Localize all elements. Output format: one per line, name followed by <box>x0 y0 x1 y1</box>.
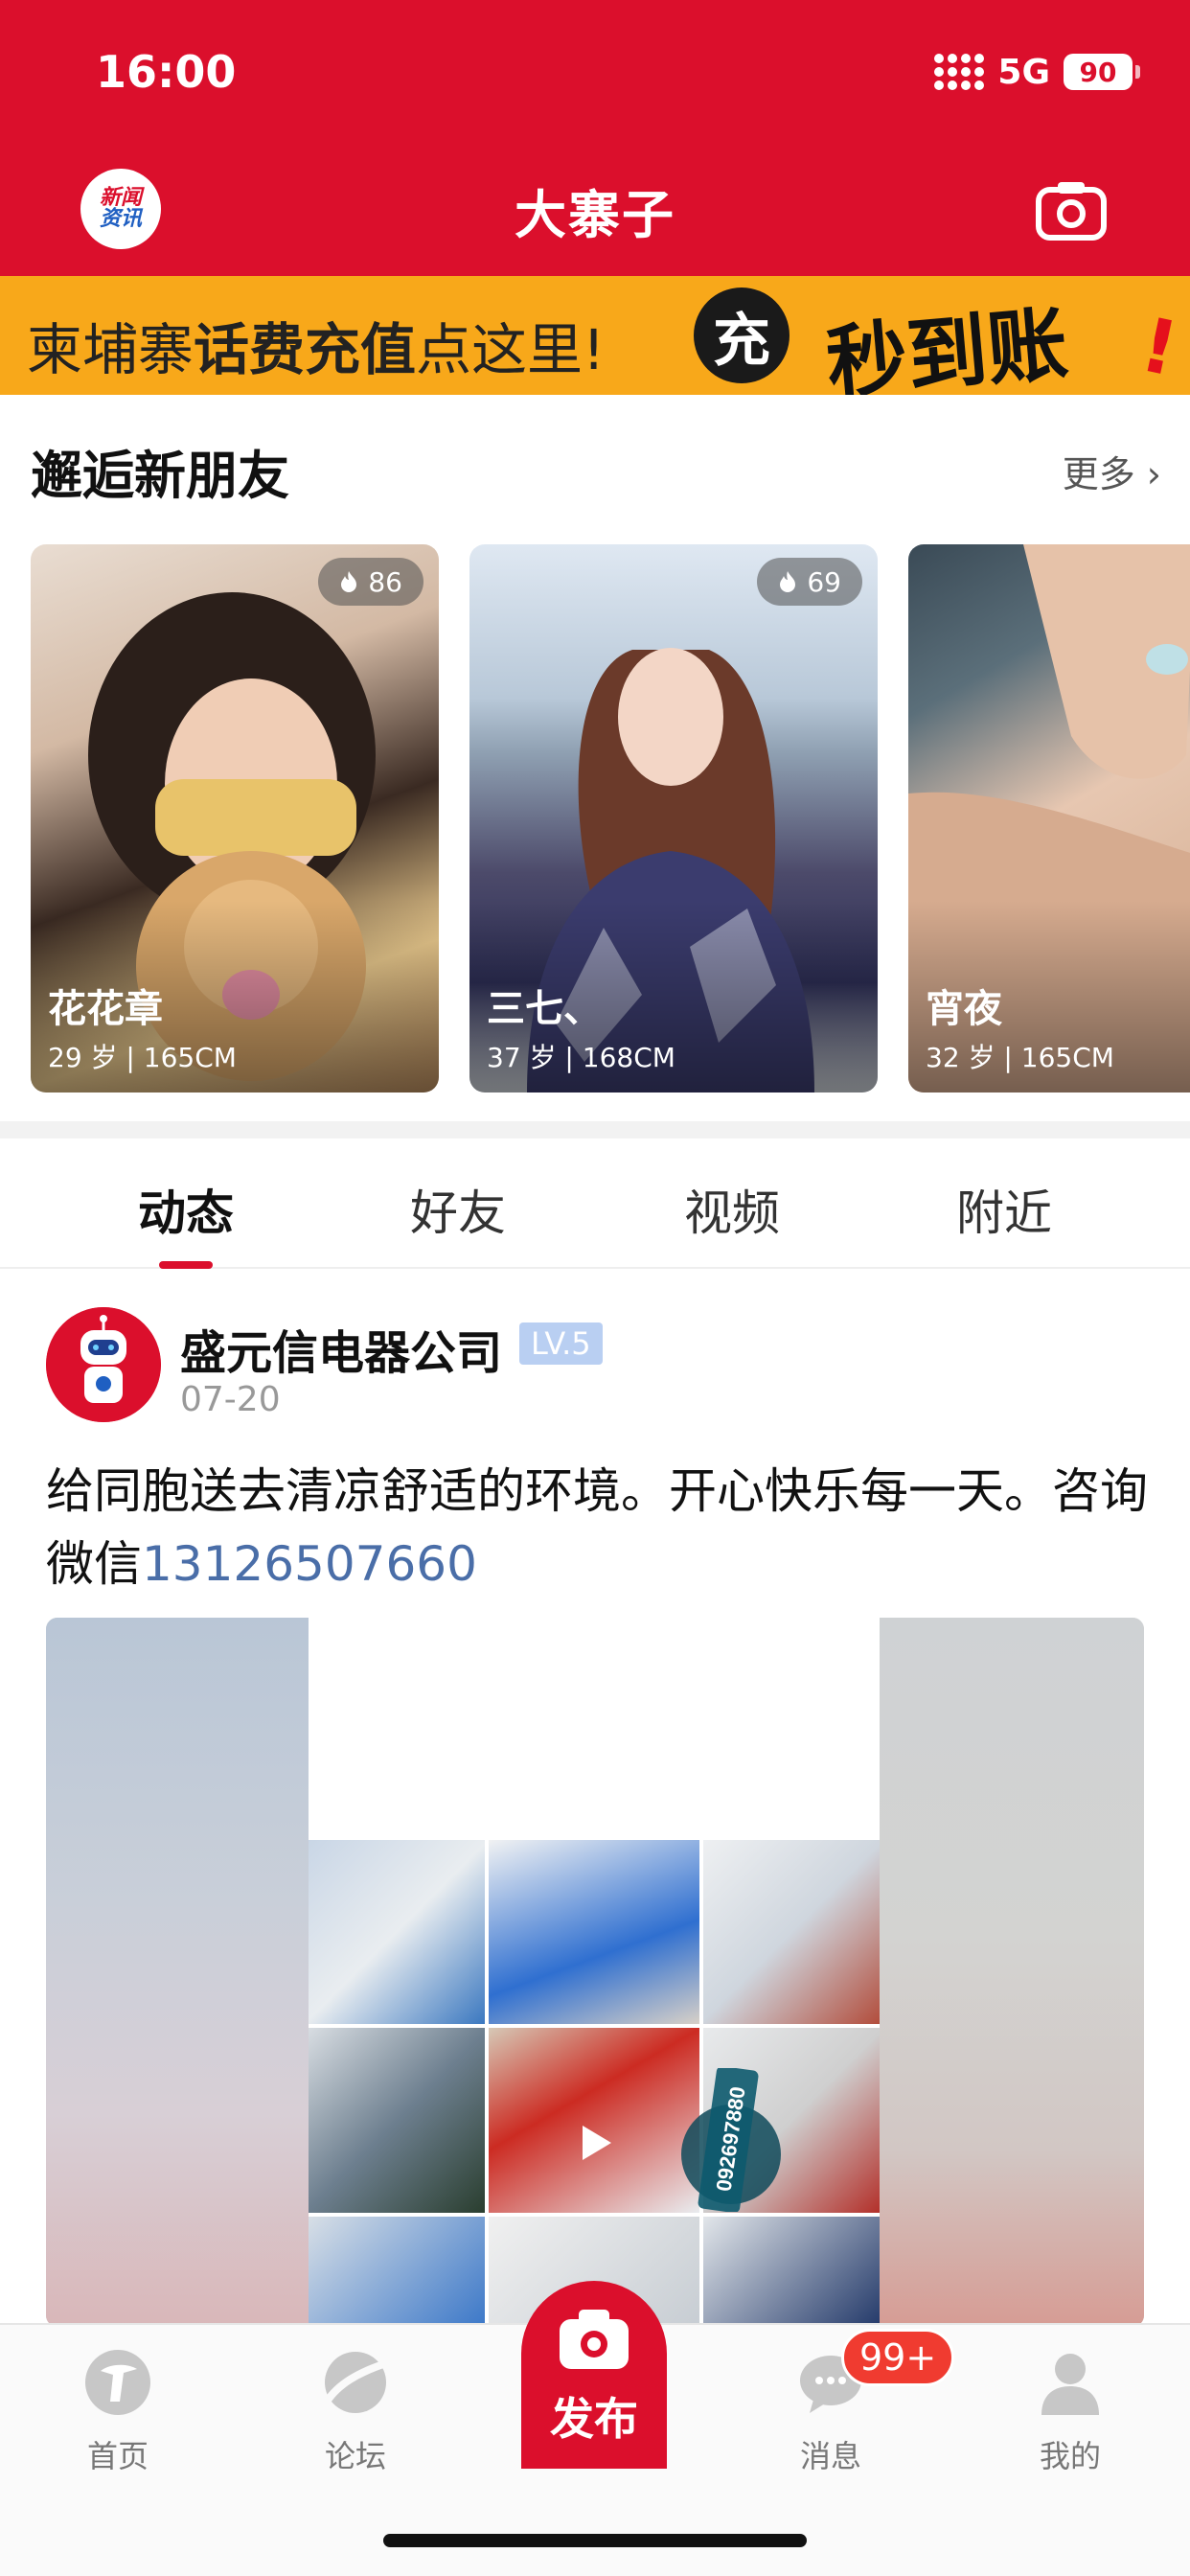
battery-icon: 90 <box>1064 54 1140 90</box>
nav-messages-label: 消息 <box>799 2438 861 2474</box>
camera-icon[interactable] <box>1035 178 1108 242</box>
flame-icon <box>780 571 796 592</box>
author-name[interactable]: 盛元信电器公司 <box>180 1315 502 1382</box>
friends-header: 邂逅新朋友 更多 › <box>31 433 1161 510</box>
nav-forum[interactable]: 论坛 <box>284 2346 427 2476</box>
home-icon <box>85 2350 150 2415</box>
friend-card[interactable]: 宵夜 32 岁 | 165CM <box>908 544 1190 1092</box>
tab-video[interactable]: 视频 <box>617 1175 847 1244</box>
section-divider <box>0 1121 1190 1138</box>
tab-dongtai[interactable]: 动态 <box>71 1175 301 1244</box>
post-video[interactable]: 092697880 <box>46 1618 1144 2327</box>
tab-nearby[interactable]: 附近 <box>889 1175 1119 1244</box>
friend-name: 花花章 <box>48 987 163 1031</box>
heat-badge: 69 <box>757 558 862 606</box>
friends-more-link[interactable]: 更多 › <box>1063 445 1161 497</box>
recharge-banner[interactable]: 柬埔寨话费充值点这里! 充 秒到账 ! <box>0 276 1190 395</box>
nav-profile[interactable]: 我的 <box>998 2346 1142 2476</box>
signal-icon <box>934 54 985 90</box>
video-thumbnail <box>309 1840 880 2327</box>
message-count-badge: 99+ <box>841 2329 955 2386</box>
nav-forum-label: 论坛 <box>324 2438 386 2474</box>
publish-label: 发布 <box>550 2393 638 2445</box>
profile-icon <box>1041 2354 1099 2415</box>
heat-value: 86 <box>368 565 402 598</box>
banner-text: 柬埔寨话费充值点这里! <box>27 305 605 385</box>
friend-meta: 29 岁 | 165CM <box>48 1042 237 1073</box>
tab-friends[interactable]: 好友 <box>343 1175 573 1244</box>
flame-icon <box>341 571 357 592</box>
battery-level: 90 <box>1079 56 1117 88</box>
banner-circle-char: 充 <box>694 288 790 383</box>
banner-part1: 柬埔寨 <box>27 317 195 382</box>
author-avatar[interactable] <box>46 1307 161 1422</box>
post-text: 给同胞送去清凉舒适的环境。开心快乐每一天。咨询微信13126507660 <box>46 1455 1157 1600</box>
banner-big-text: 秒到账 <box>822 296 1072 395</box>
play-icon[interactable] <box>567 2116 621 2170</box>
banner-part2: 话费充值 <box>194 317 417 382</box>
video-frame: 092697880 <box>309 1618 880 2327</box>
level-badge: LV.5 <box>519 1322 603 1365</box>
camera-icon <box>560 2310 629 2369</box>
banner-part3: 点这里! <box>416 317 606 382</box>
nav-home[interactable]: 首页 <box>46 2346 190 2476</box>
forum-icon <box>323 2352 388 2413</box>
friend-name: 宵夜 <box>926 987 1002 1031</box>
friend-meta: 32 岁 | 165CM <box>926 1042 1114 1073</box>
page-title: 大寨子 <box>515 185 675 245</box>
robot-avatar-icon <box>46 1307 161 1422</box>
app-header: 16:00 5G 90 新闻 资讯 大寨子 <box>0 0 1190 276</box>
friend-meta: 37 岁 | 168CM <box>487 1042 675 1073</box>
friend-name: 三七、 <box>487 987 602 1031</box>
banner-exclaim: ! <box>1133 302 1185 394</box>
status-time: 16:00 <box>96 46 237 98</box>
nav-home-label: 首页 <box>86 2438 149 2474</box>
network-label: 5G <box>997 52 1050 92</box>
heat-value: 69 <box>807 565 841 598</box>
home-indicator <box>383 2534 807 2547</box>
post-date: 07-20 <box>180 1380 281 1419</box>
friend-card[interactable]: 86 花花章 29 岁 | 165CM <box>31 544 439 1092</box>
watermark-logo: 092697880 <box>681 2068 781 2212</box>
friend-cards: 86 花花章 29 岁 | 165CM 69 三七、 37 岁 | 168CM … <box>31 544 1190 1092</box>
publish-button[interactable]: 发布 <box>521 2281 667 2469</box>
feed-tabs: 动态 好友 视频 附近 <box>0 1138 1190 1269</box>
video-blur-left <box>46 1618 309 2327</box>
friend-card[interactable]: 69 三七、 37 岁 | 168CM <box>469 544 878 1092</box>
status-indicators: 5G 90 <box>934 50 1140 94</box>
active-tab-indicator <box>159 1261 213 1269</box>
post-phone-link[interactable]: 13126507660 <box>142 1536 477 1592</box>
nav-profile-label: 我的 <box>1039 2438 1101 2474</box>
heat-badge: 86 <box>318 558 423 606</box>
video-blur-right <box>880 1618 1144 2327</box>
friends-title: 邂逅新朋友 <box>31 446 289 506</box>
